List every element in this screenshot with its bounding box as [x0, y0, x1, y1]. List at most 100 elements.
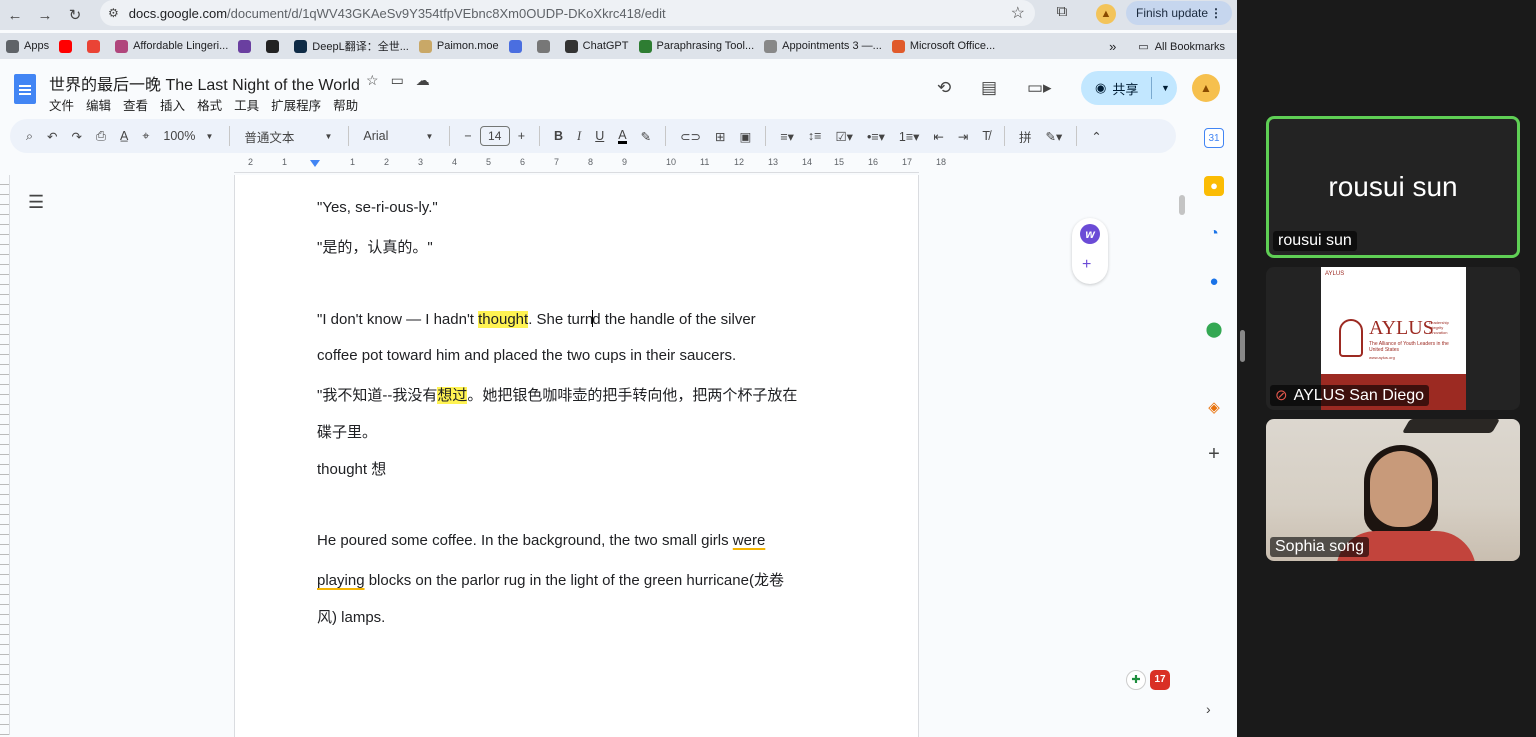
- search-menus-icon[interactable]: ⌕: [26, 129, 33, 144]
- move-folder-icon[interactable]: ▭: [391, 72, 404, 89]
- bookmark-item[interactable]: Appointments 3 —...: [764, 39, 882, 53]
- menu-item[interactable]: 编辑: [86, 95, 111, 114]
- numbered-list-icon[interactable]: 1≡▾: [899, 129, 920, 144]
- more-vert-icon[interactable]: ⋮: [1210, 6, 1222, 20]
- document-outline-icon[interactable]: ☰: [28, 192, 44, 213]
- menu-item[interactable]: 查看: [123, 95, 148, 114]
- insert-image-icon[interactable]: ▣: [740, 129, 752, 144]
- bookmark-item[interactable]: ChatGPT: [564, 39, 629, 53]
- clear-formatting-icon[interactable]: T̸: [982, 129, 990, 143]
- calendar-icon[interactable]: 31: [1204, 128, 1224, 148]
- document-title[interactable]: 世界的最后一晚 The Last Night of the World: [49, 71, 360, 95]
- font-select[interactable]: Arial ▼: [363, 129, 433, 143]
- underline-icon[interactable]: U: [595, 129, 604, 143]
- finish-update-button[interactable]: Finish update ⋮: [1126, 1, 1232, 25]
- align-icon[interactable]: ≡▾: [780, 129, 794, 144]
- back-icon[interactable]: ←: [0, 2, 30, 28]
- document-page[interactable]: "Yes, se-ri-ous-ly." "是的，认真的。" "I don't …: [234, 175, 919, 737]
- vertical-scrollbar[interactable]: [1179, 195, 1185, 215]
- chevron-down-icon[interactable]: ▼: [1161, 83, 1170, 93]
- add-addon-icon[interactable]: +: [1204, 444, 1224, 464]
- undo-icon[interactable]: ↶: [47, 129, 57, 144]
- link-icon[interactable]: ⊂⊃: [680, 129, 701, 144]
- bookmark-item[interactable]: [508, 39, 527, 53]
- text-line[interactable]: "I don't know — I hadn't thought. She tu…: [317, 310, 756, 328]
- bold-icon[interactable]: B: [554, 129, 563, 143]
- font-size-input[interactable]: 14: [479, 126, 510, 146]
- decrease-font-size-icon[interactable]: −: [464, 129, 471, 143]
- participant-tile-rousui[interactable]: rousui sun rousui sun: [1266, 116, 1520, 258]
- text-color-icon[interactable]: A: [618, 128, 627, 144]
- omnibox[interactable]: ⚙ docs.google.com/document/d/1qWV43GKAeS…: [100, 0, 1035, 26]
- text-line[interactable]: "是的，认真的。": [317, 236, 433, 257]
- star-icon[interactable]: ☆: [366, 72, 379, 89]
- spellcheck-icon[interactable]: A̲: [120, 129, 128, 143]
- version-history-icon[interactable]: ⟲: [937, 78, 951, 98]
- panel-resize-handle[interactable]: [1240, 330, 1245, 362]
- zoom-select[interactable]: 100% ▼: [163, 129, 213, 143]
- text-line[interactable]: playing blocks on the parlor rug in the …: [317, 569, 784, 590]
- bookmark-item[interactable]: [238, 39, 256, 53]
- writing-assistant-icon[interactable]: w: [1080, 224, 1100, 244]
- bookmark-item[interactable]: Affordable Lingeri...: [115, 39, 228, 53]
- bookmark-item[interactable]: [59, 39, 77, 53]
- highlighted-word[interactable]: thought: [478, 311, 529, 328]
- extensions-icon[interactable]: ⧉: [1052, 3, 1072, 23]
- chevron-right-icon[interactable]: ›: [1206, 701, 1211, 717]
- add-comment-icon[interactable]: ⊞: [715, 129, 725, 144]
- decrease-indent-icon[interactable]: ⇤: [933, 129, 943, 144]
- bookmark-item[interactable]: Apps: [6, 39, 49, 53]
- notification-count-badge[interactable]: 17: [1150, 670, 1170, 690]
- explore-icon[interactable]: ✚: [1126, 670, 1146, 690]
- docs-logo-icon[interactable]: [14, 74, 36, 104]
- contacts-icon[interactable]: ●: [1204, 272, 1224, 292]
- meet-icon[interactable]: ▭▸: [1027, 78, 1052, 98]
- menu-item[interactable]: 扩展程序: [271, 95, 321, 114]
- reload-icon[interactable]: ↻: [60, 2, 90, 28]
- keep-icon[interactable]: ●: [1204, 176, 1224, 196]
- bookmark-item[interactable]: [87, 39, 105, 53]
- forward-icon[interactable]: →: [30, 2, 60, 28]
- grammar-suggestion[interactable]: were: [733, 532, 766, 549]
- menu-item[interactable]: 工具: [234, 95, 259, 114]
- print-icon[interactable]: ⎙: [96, 129, 106, 144]
- checklist-icon[interactable]: ☑▾: [835, 129, 852, 144]
- bookmark-star-icon[interactable]: ☆: [1011, 3, 1025, 23]
- highlighted-word[interactable]: 想过: [437, 387, 468, 404]
- menu-item[interactable]: 格式: [197, 95, 222, 114]
- comments-icon[interactable]: ▤: [981, 78, 997, 98]
- text-line[interactable]: "我不知道--我没有想过。她把银色咖啡壶的把手转向他，把两个杯子放在: [317, 384, 797, 405]
- input-tools-icon[interactable]: 拼: [1019, 127, 1032, 146]
- participant-tile-sophia[interactable]: Sophia song: [1266, 419, 1520, 561]
- text-line[interactable]: thought 想: [317, 458, 386, 479]
- share-button[interactable]: ◉ 共享 ▼: [1081, 71, 1177, 105]
- highlight-icon[interactable]: ✎: [641, 129, 651, 144]
- text-line[interactable]: 碟子里。: [317, 421, 377, 442]
- maps-icon[interactable]: ⬤: [1204, 320, 1224, 340]
- menu-item[interactable]: 文件: [49, 95, 74, 114]
- editing-mode-icon[interactable]: ✎▾: [1046, 129, 1063, 144]
- text-line[interactable]: He poured some coffee. In the background…: [317, 532, 765, 549]
- more-bookmarks-icon[interactable]: »: [1109, 39, 1116, 54]
- horizontal-ruler[interactable]: 2 1 1 2 3 4 5 6 7 8 9 10 11 12 13 14 15 16 17 18: [234, 157, 946, 173]
- bookmark-item[interactable]: [266, 39, 284, 53]
- increase-indent-icon[interactable]: ⇥: [958, 129, 968, 144]
- menu-item[interactable]: 插入: [160, 95, 185, 114]
- bulleted-list-icon[interactable]: •≡▾: [867, 129, 885, 144]
- cloud-status-icon[interactable]: ☁: [416, 72, 430, 89]
- bookmark-item[interactable]: [536, 39, 555, 53]
- participant-tile-aylus[interactable]: AYLUS AYLUS Leadership Integrity Innovatio…: [1266, 267, 1520, 410]
- user-avatar[interactable]: ▲: [1192, 74, 1220, 102]
- bookmark-item[interactable]: DeepL翻译：全世...: [294, 38, 409, 54]
- office-addon-icon[interactable]: ◈: [1204, 398, 1224, 418]
- redo-icon[interactable]: ↷: [72, 129, 82, 144]
- increase-font-size-icon[interactable]: +: [518, 129, 525, 143]
- grammar-suggestion[interactable]: playing: [317, 572, 365, 589]
- indent-marker[interactable]: [310, 160, 320, 167]
- line-spacing-icon[interactable]: ↕≡: [808, 129, 822, 143]
- paint-format-icon[interactable]: ⌖: [142, 129, 149, 144]
- site-info-icon[interactable]: ⚙: [108, 6, 119, 20]
- menu-item[interactable]: 帮助: [333, 95, 358, 114]
- text-line[interactable]: "Yes, se-ri-ous-ly.": [317, 199, 438, 216]
- all-bookmarks-link[interactable]: All Bookmarks: [1155, 41, 1225, 53]
